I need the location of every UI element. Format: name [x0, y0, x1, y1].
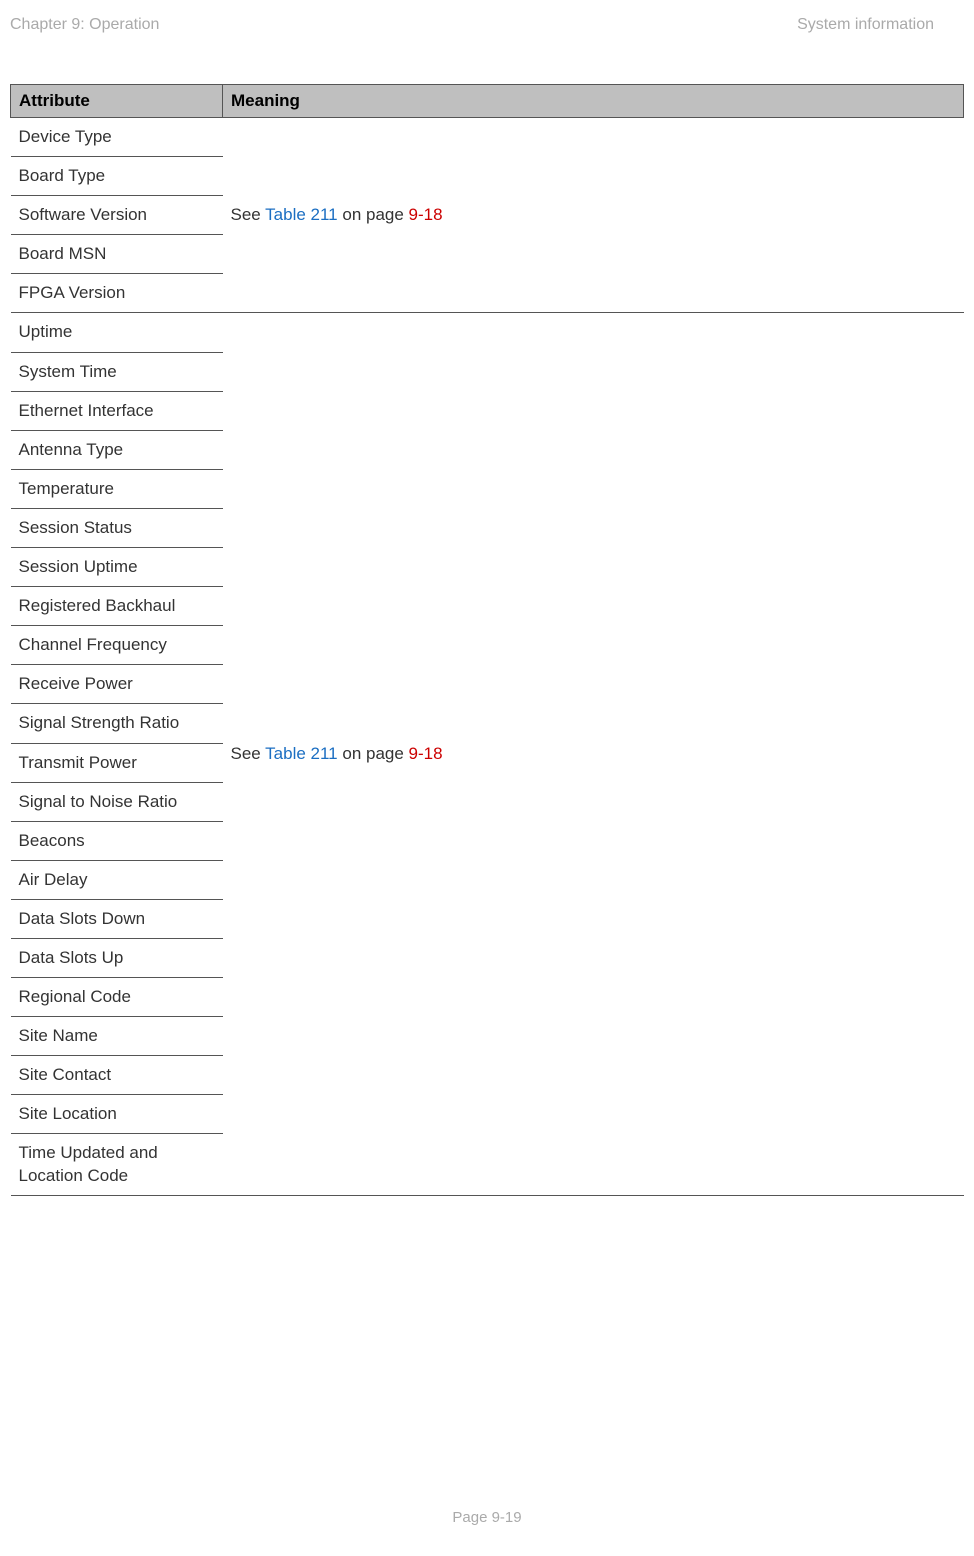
attr-cell: Signal to Noise Ratio [11, 782, 223, 821]
attr-cell: Antenna Type [11, 430, 223, 469]
col-meaning: Meaning [223, 85, 964, 118]
attr-cell: System Time [11, 352, 223, 391]
attr-cell: Receive Power [11, 665, 223, 704]
meaning-prefix: See [231, 744, 266, 763]
attr-cell: Temperature [11, 469, 223, 508]
meaning-prefix: See [231, 205, 266, 224]
table-ref-link[interactable]: Table 211 [265, 205, 337, 224]
attr-cell: Data Slots Up [11, 938, 223, 977]
main-content: Attribute Meaning Device Type See Table … [0, 34, 974, 1196]
page-footer: Page 9-19 [0, 1509, 974, 1526]
table-row: Uptime See Table 211 on page 9-18 [11, 313, 964, 352]
attr-cell: Site Location [11, 1095, 223, 1134]
attr-cell: Signal Strength Ratio [11, 704, 223, 743]
attr-cell: Time Updated and Location Code [11, 1134, 223, 1195]
meaning-mid: on page [338, 205, 409, 224]
col-attribute: Attribute [11, 85, 223, 118]
page-header: Chapter 9: Operation System information [0, 0, 974, 34]
attr-cell: Board MSN [11, 235, 223, 274]
meaning-cell: See Table 211 on page 9-18 [223, 118, 964, 313]
attr-cell: Site Contact [11, 1056, 223, 1095]
meaning-mid: on page [338, 744, 409, 763]
attr-cell: Board Type [11, 157, 223, 196]
attr-cell: Software Version [11, 196, 223, 235]
attr-cell: Data Slots Down [11, 899, 223, 938]
attr-cell: Regional Code [11, 978, 223, 1017]
page-number: Page 9-19 [452, 1509, 521, 1526]
page-ref-link[interactable]: 9-18 [409, 205, 443, 224]
meaning-cell: See Table 211 on page 9-18 [223, 313, 964, 1195]
page-ref-link[interactable]: 9-18 [409, 744, 443, 763]
attr-cell: Site Name [11, 1017, 223, 1056]
attr-cell: FPGA Version [11, 274, 223, 313]
attr-cell: Channel Frequency [11, 626, 223, 665]
attr-cell: Transmit Power [11, 743, 223, 782]
attr-cell: Air Delay [11, 860, 223, 899]
attr-cell: Beacons [11, 821, 223, 860]
table-row: Device Type See Table 211 on page 9-18 [11, 118, 964, 157]
attr-cell: Session Status [11, 508, 223, 547]
attr-cell: Uptime [11, 313, 223, 352]
attr-cell: Session Uptime [11, 548, 223, 587]
table-ref-link[interactable]: Table 211 [265, 744, 337, 763]
header-right: System information [797, 16, 934, 34]
header-left: Chapter 9: Operation [10, 16, 159, 34]
attribute-table: Attribute Meaning Device Type See Table … [10, 84, 964, 1196]
attr-cell: Device Type [11, 118, 223, 157]
attr-cell: Registered Backhaul [11, 587, 223, 626]
attr-cell: Ethernet Interface [11, 391, 223, 430]
